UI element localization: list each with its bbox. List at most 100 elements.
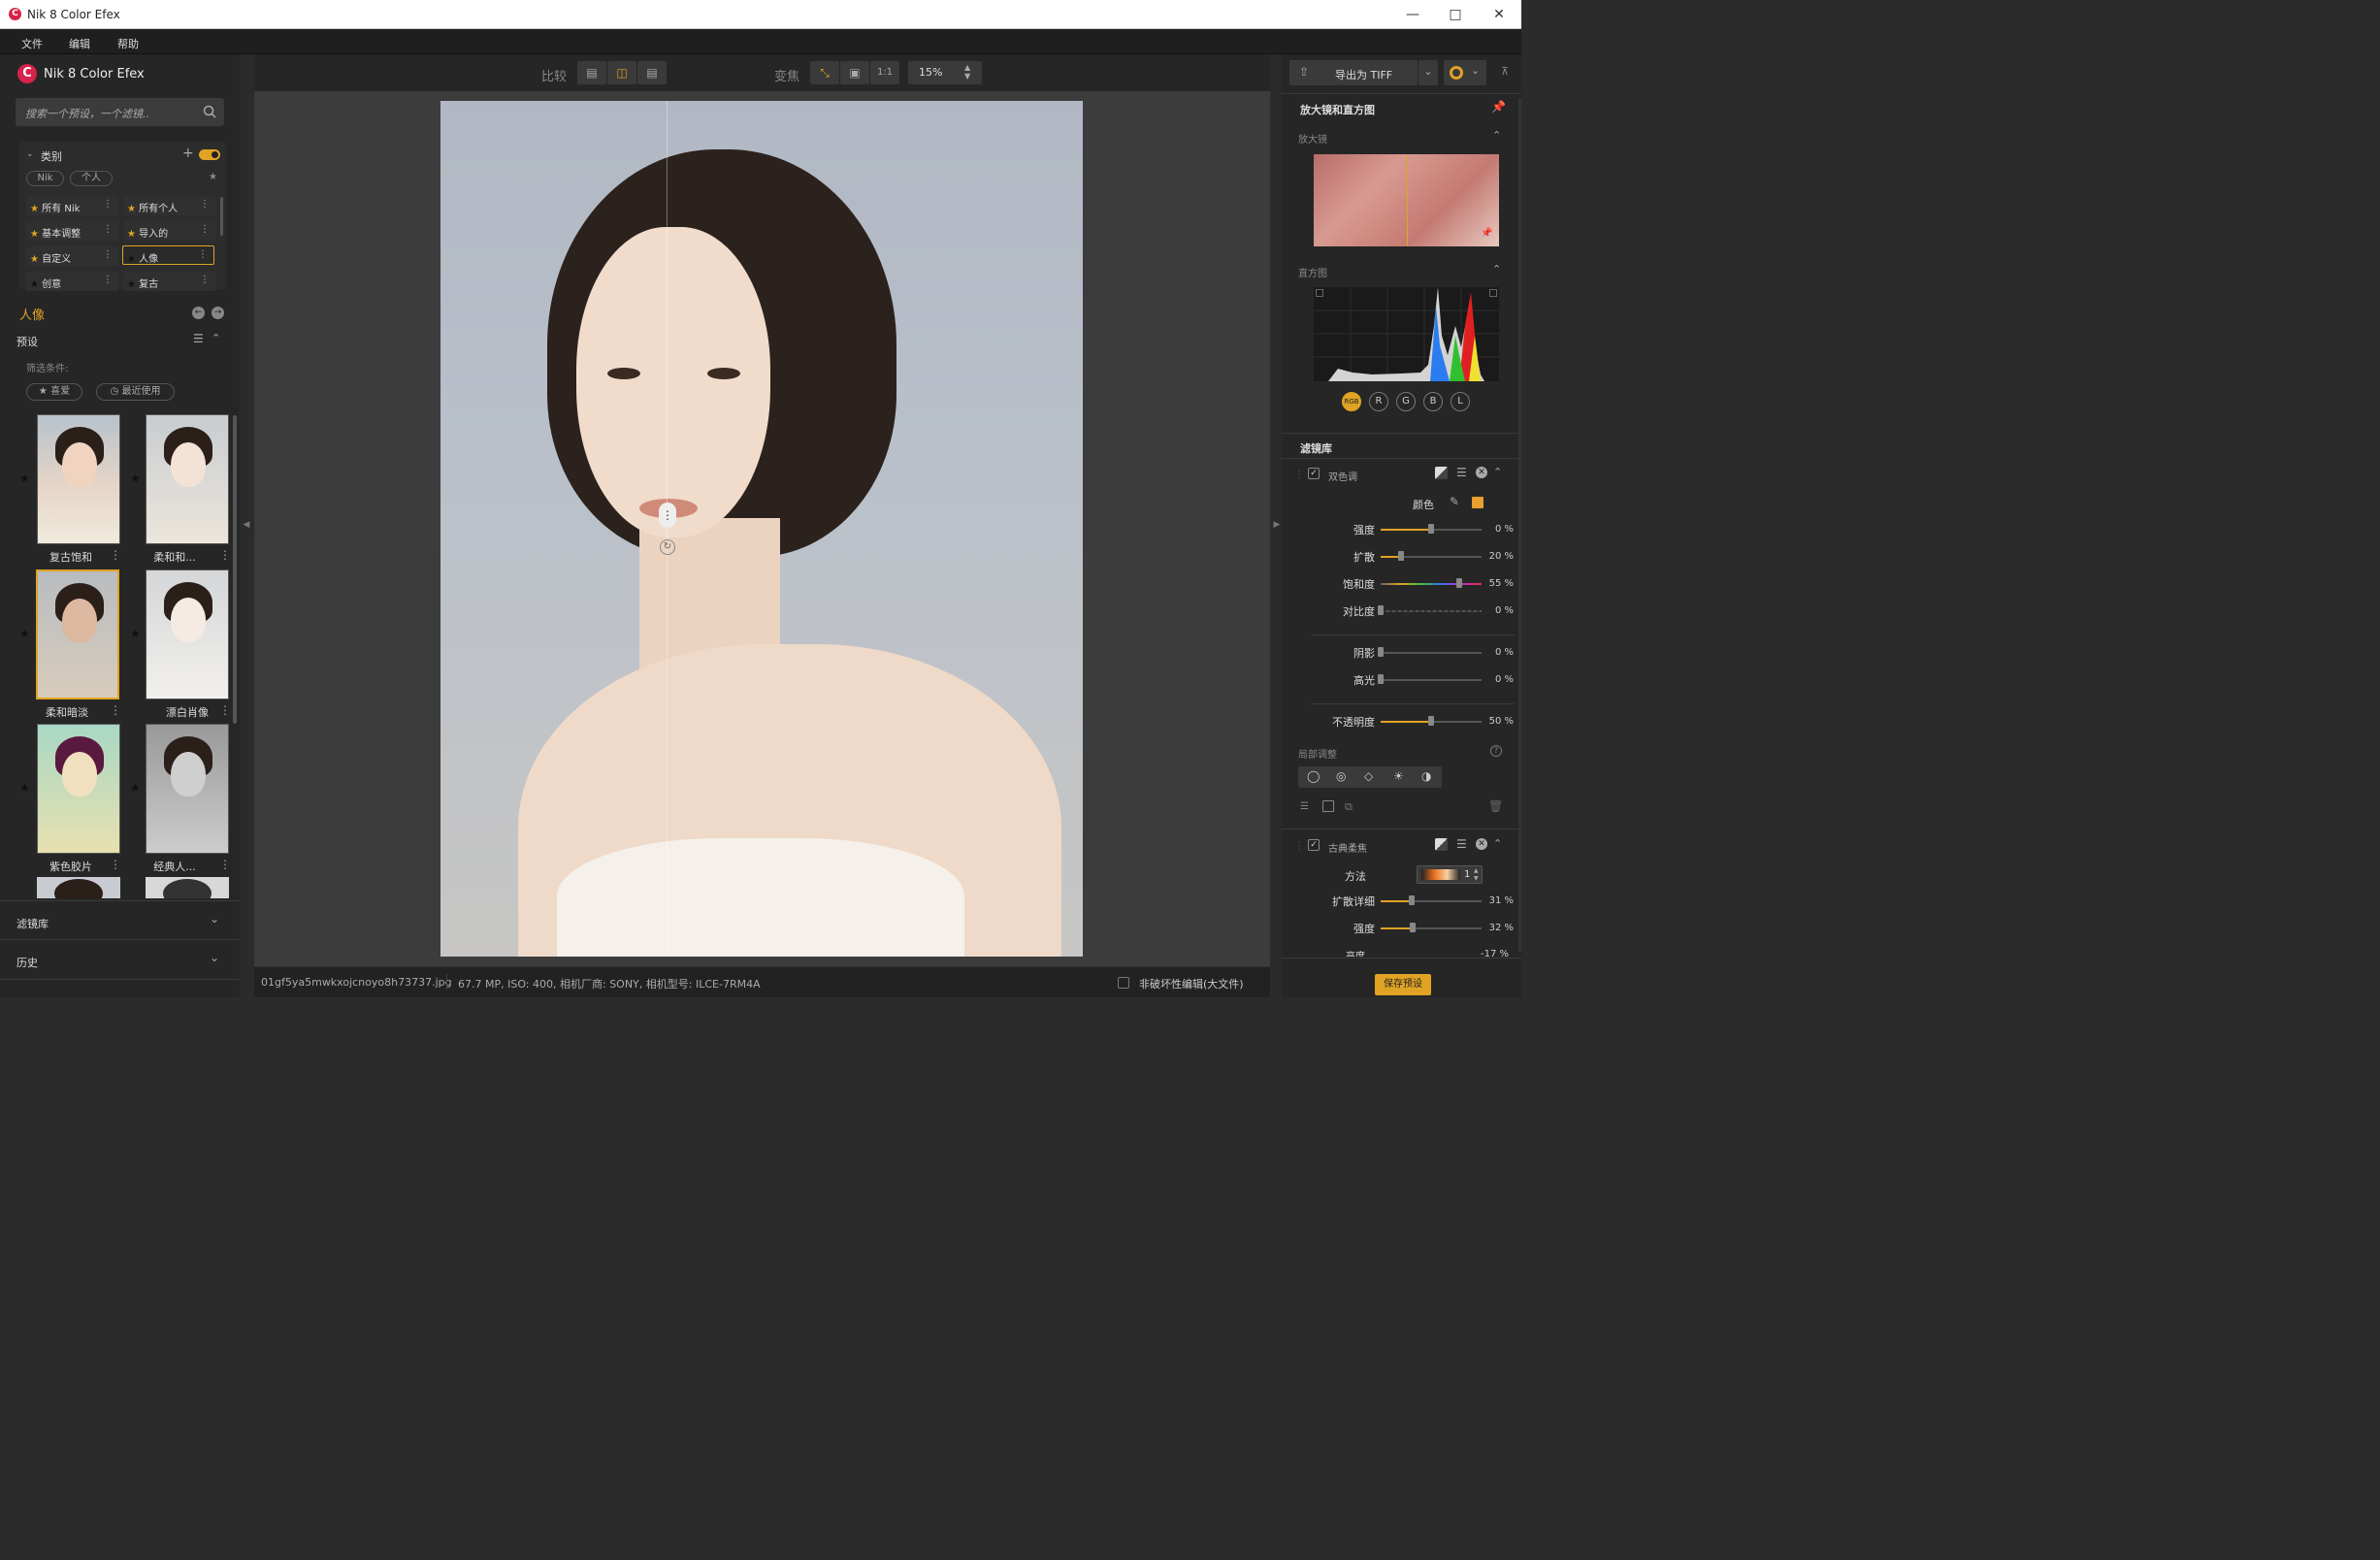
brush-icon[interactable] bbox=[1435, 838, 1448, 851]
category-vintage[interactable]: ★ 复古 ⋮ bbox=[123, 272, 215, 291]
preset-card[interactable]: ★ 紫色胶片 ⋮ bbox=[19, 723, 121, 874]
slider-track[interactable] bbox=[1381, 923, 1482, 932]
more-icon[interactable]: ⋮ bbox=[110, 858, 121, 871]
search-input[interactable]: 搜索一个预设，一个滤镜.. bbox=[16, 98, 224, 126]
slider-track[interactable] bbox=[1381, 551, 1482, 561]
menu-help[interactable]: 帮助 bbox=[117, 36, 139, 51]
clipping-highlight-indicator[interactable] bbox=[1489, 289, 1497, 297]
more-icon[interactable]: ⋮ bbox=[103, 224, 113, 235]
nik-collection-button[interactable]: ⌄ bbox=[1444, 60, 1486, 85]
compare-split-line[interactable] bbox=[667, 101, 668, 957]
help-icon[interactable]: ? bbox=[1490, 745, 1502, 757]
slider-track[interactable] bbox=[1381, 578, 1482, 588]
categories-scrollbar[interactable] bbox=[220, 197, 223, 236]
zoom-value-stepper[interactable]: 15% ▲ ▼ bbox=[908, 61, 982, 84]
categories-toggle[interactable] bbox=[199, 149, 220, 160]
maximize-button[interactable]: □ bbox=[1446, 5, 1465, 24]
slider-knob[interactable] bbox=[1409, 895, 1416, 905]
more-icon[interactable]: ⋮ bbox=[219, 858, 231, 871]
stepper-arrows-icon[interactable]: ▲ ▼ bbox=[964, 63, 970, 81]
category-portrait[interactable]: ★ 人像 ⋮ bbox=[122, 245, 214, 265]
menu-file[interactable]: 文件 bbox=[21, 36, 43, 51]
color-range-icon[interactable]: ◑ bbox=[1421, 769, 1431, 783]
more-icon[interactable]: ⋮ bbox=[103, 249, 113, 260]
channel-g-button[interactable]: G bbox=[1396, 392, 1416, 411]
export-button[interactable]: ⇧ 导出为 TIFF bbox=[1289, 60, 1418, 85]
clipping-shadow-indicator[interactable] bbox=[1316, 289, 1323, 297]
slider-knob[interactable] bbox=[1456, 578, 1463, 588]
image-canvas[interactable]: ⋮ ↻ bbox=[254, 91, 1270, 966]
pin-icon[interactable]: 📌 bbox=[1491, 100, 1506, 114]
preset-thumbnail[interactable] bbox=[37, 724, 120, 854]
preset-thumbnail[interactable] bbox=[37, 414, 120, 544]
collapse-top-icon[interactable]: ⊼ bbox=[1501, 65, 1509, 78]
preset-card[interactable]: ★ 经典人... ⋮ bbox=[128, 723, 231, 874]
filter-remove-icon[interactable]: ✕ bbox=[1476, 838, 1487, 850]
trash-icon[interactable]: 🗑 bbox=[1488, 799, 1503, 813]
slider-track[interactable] bbox=[1378, 647, 1482, 657]
chevron-down-icon[interactable]: ⌄ bbox=[26, 149, 34, 159]
preset-thumbnail-partial[interactable] bbox=[146, 877, 229, 898]
loupe-view[interactable]: 📌 bbox=[1314, 154, 1499, 246]
more-icon[interactable]: ⋮ bbox=[219, 703, 231, 717]
method-select[interactable]: 1 ▲ ▼ bbox=[1417, 865, 1483, 884]
channel-rgb-button[interactable]: RGB bbox=[1342, 392, 1361, 411]
preset-thumbnail[interactable] bbox=[36, 569, 119, 699]
lasso-icon[interactable]: ◇ bbox=[1364, 769, 1373, 783]
slider-track[interactable] bbox=[1381, 524, 1482, 534]
category-basic[interactable]: ★ 基本调整 ⋮ bbox=[26, 221, 118, 241]
add-category-icon[interactable]: + bbox=[182, 146, 194, 161]
luminosity-icon[interactable]: ☀ bbox=[1393, 769, 1404, 783]
category-creative[interactable]: ★ 创意 ⋮ bbox=[26, 272, 118, 291]
menu-edit[interactable]: 编辑 bbox=[69, 36, 90, 51]
filter-remove-icon[interactable]: ✕ bbox=[1476, 467, 1487, 478]
eyedropper-icon[interactable]: ✎ bbox=[1450, 495, 1459, 508]
search-icon[interactable] bbox=[203, 105, 216, 118]
filter-library-header[interactable]: 滤镜库 bbox=[16, 916, 49, 931]
slider-knob[interactable] bbox=[1378, 605, 1384, 615]
filter-favorites[interactable]: ★ 喜爱 bbox=[26, 383, 82, 401]
more-icon[interactable]: ⋮ bbox=[200, 199, 210, 210]
right-panel-scrollbar[interactable] bbox=[1518, 98, 1521, 952]
category-custom[interactable]: ★ 自定义 ⋮ bbox=[26, 246, 118, 266]
chevron-up-icon[interactable]: ⌃ bbox=[212, 332, 220, 344]
channel-r-button[interactable]: R bbox=[1369, 392, 1388, 411]
pin-icon[interactable]: 📌 bbox=[1481, 228, 1492, 239]
presets-scrollbar[interactable] bbox=[233, 415, 237, 724]
preset-card[interactable]: ★ 复古饱和 ⋮ bbox=[19, 413, 121, 565]
more-icon[interactable]: ⋮ bbox=[103, 275, 113, 285]
list-view-icon[interactable]: ☰ bbox=[193, 332, 204, 345]
rotate-split-icon[interactable]: ↻ bbox=[660, 539, 675, 555]
control-point-icon[interactable]: ◯ bbox=[1307, 769, 1320, 783]
star-icon[interactable]: ★ bbox=[19, 471, 30, 485]
star-icon[interactable]: ★ bbox=[19, 627, 30, 640]
export-dropdown-button[interactable]: ⌄ bbox=[1418, 60, 1438, 85]
close-button[interactable]: ✕ bbox=[1489, 5, 1509, 24]
stepper-arrows-icon[interactable]: ▲ ▼ bbox=[1474, 867, 1479, 883]
category-all-nik[interactable]: ★ 所有 Nik ⋮ bbox=[26, 196, 118, 215]
preset-card[interactable]: ★ 漂白肖像 ⋮ bbox=[128, 569, 231, 720]
more-icon[interactable]: ⋮ bbox=[103, 199, 113, 210]
filter-enable-checkbox[interactable]: ✓ bbox=[1308, 839, 1320, 851]
more-icon[interactable]: ⋮ bbox=[219, 548, 231, 562]
tag-nik[interactable]: Nik bbox=[26, 171, 64, 186]
filter-enable-checkbox[interactable]: ✓ bbox=[1308, 468, 1320, 479]
slider-track[interactable] bbox=[1378, 605, 1482, 615]
more-icon[interactable]: ⋮ bbox=[198, 249, 208, 260]
more-icon[interactable]: ⋮ bbox=[200, 224, 210, 235]
color-swatch[interactable] bbox=[1472, 497, 1483, 508]
preset-card[interactable]: ★ 柔和和... ⋮ bbox=[128, 413, 231, 565]
star-icon[interactable]: ★ bbox=[130, 781, 141, 795]
save-preset-button[interactable]: 保存预设 bbox=[1375, 974, 1431, 995]
mask-brush-icon[interactable] bbox=[1322, 800, 1334, 812]
slider-track[interactable] bbox=[1381, 895, 1482, 905]
chevron-up-icon[interactable]: ⌃ bbox=[1492, 129, 1501, 142]
slider-knob[interactable] bbox=[1428, 524, 1434, 534]
left-panel-collapse-handle[interactable]: ◀ bbox=[241, 520, 252, 530]
minimize-button[interactable]: — bbox=[1403, 5, 1422, 24]
slider-knob[interactable] bbox=[1428, 716, 1434, 726]
chevron-up-icon[interactable]: ⌃ bbox=[1492, 263, 1501, 276]
channel-b-button[interactable]: B bbox=[1423, 392, 1443, 411]
chevron-down-icon[interactable]: ⌄ bbox=[210, 951, 219, 964]
preset-thumbnail[interactable] bbox=[146, 724, 229, 854]
